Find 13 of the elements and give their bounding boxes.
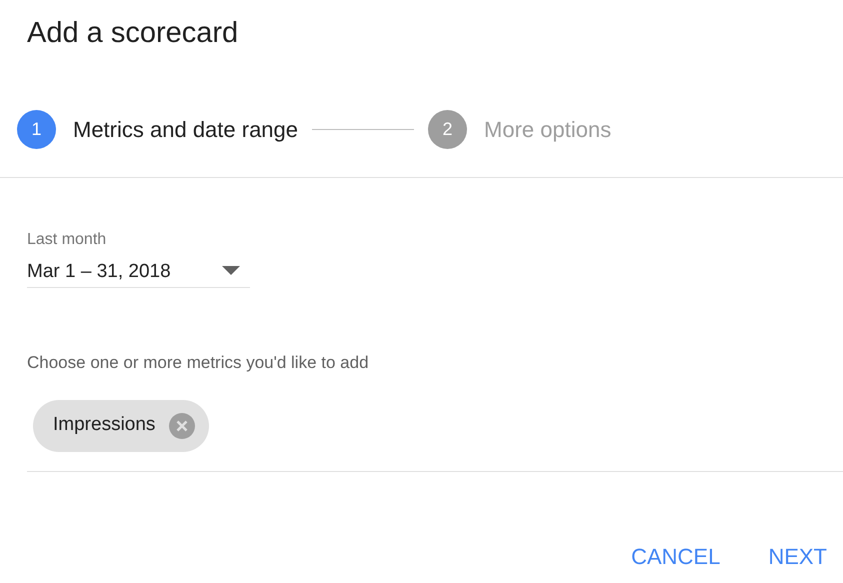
dialog-button[interactable]: NEXT: [768, 544, 827, 570]
step-number[interactable]: 2: [428, 110, 468, 148]
dialog-title: Add a scorecard: [27, 16, 238, 51]
field-label: Last month: [27, 230, 108, 250]
remove-icon[interactable]: [169, 412, 196, 438]
metrics-prompt: Choose one or more metrics you'd like to add: [27, 352, 370, 374]
dialog-button[interactable]: CANCEL: [631, 544, 720, 570]
step-label: Metrics and date range: [73, 116, 298, 144]
date-range-dropdown[interactable]: Mar 1 – 31, 2018: [27, 258, 250, 288]
caret-icon: [222, 266, 240, 275]
step-number[interactable]: 1: [17, 110, 56, 148]
metric-chip[interactable]: Impressions: [33, 400, 210, 452]
step-label: More options: [484, 116, 612, 144]
